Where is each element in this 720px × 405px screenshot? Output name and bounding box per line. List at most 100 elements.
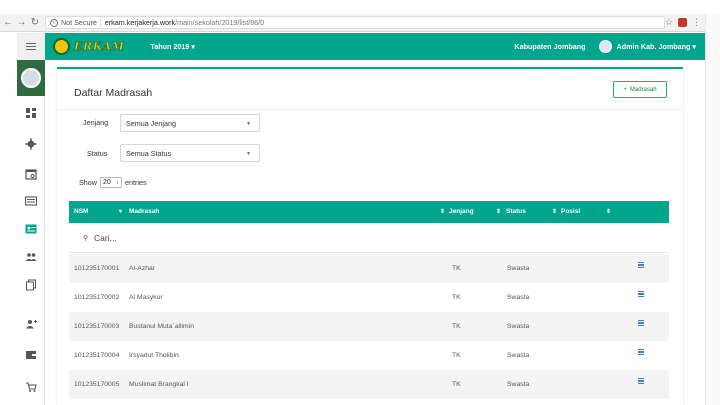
- address-bar[interactable]: i Not Secure | erkam.kerjakerja.work /ma…: [44, 16, 665, 29]
- add-user-icon[interactable]: [25, 318, 37, 330]
- cell-jenjang: TK: [452, 381, 461, 388]
- status-select[interactable]: Semua Status ▼: [120, 144, 260, 162]
- menu-icon[interactable]: [638, 291, 645, 298]
- column-header-nsm[interactable]: NSM: [74, 208, 88, 215]
- sort-icon[interactable]: ⇕: [496, 208, 501, 215]
- jenjang-select[interactable]: Semua Jenjang ▼: [120, 114, 260, 132]
- cell-status: Swasta: [507, 294, 530, 301]
- url-path: /main/sekolah/2019/list/86/0: [175, 18, 265, 27]
- table-row[interactable]: 101235170004 Irsyadut Tholibin TK Swasta: [69, 341, 669, 370]
- contact-card-icon[interactable]: [25, 223, 37, 235]
- url-host: erkam.kerjakerja.work: [104, 18, 176, 27]
- sidebar-avatar[interactable]: [17, 60, 45, 96]
- cell-madrasah: Muslimat Brangkal I: [129, 381, 189, 388]
- menu-icon[interactable]: [638, 262, 645, 269]
- cell-status: Swasta: [507, 381, 530, 388]
- search-icon: ⚲: [83, 235, 89, 242]
- user-menu[interactable]: Admin Kab. Jombang ▾: [617, 42, 696, 51]
- table-row[interactable]: 101235170001 Al-Azhar TK Swasta: [69, 254, 669, 283]
- sort-icon[interactable]: ⇕: [552, 208, 557, 215]
- cart-icon[interactable]: [25, 381, 37, 393]
- entries-label: entries: [124, 178, 147, 187]
- app-header: ERKAM Tahun 2019 ▾ Kabupaten Jombang Adm…: [45, 33, 705, 60]
- table-header: NSM ▾ Madrasah ⇕ Jenjang ⇕ Status ⇕ Posi…: [69, 201, 669, 223]
- panel-divider: [57, 109, 683, 110]
- cell-status: Swasta: [507, 352, 530, 359]
- cell-nsm: 101235170003: [74, 323, 120, 330]
- page-length-value: 20: [102, 179, 111, 186]
- year-dropdown[interactable]: Tahun 2019 ▾: [150, 42, 195, 51]
- dashboard-icon[interactable]: [25, 107, 37, 119]
- table-row[interactable]: 101235170002 Al Masykur TK Swasta: [69, 283, 669, 312]
- extension-icon[interactable]: [678, 18, 688, 27]
- info-icon[interactable]: i: [49, 18, 58, 27]
- user-avatar[interactable]: [598, 40, 612, 53]
- cell-nsm: 101235170002: [74, 294, 120, 301]
- back-icon[interactable]: ←: [3, 16, 13, 30]
- column-header-madrasah[interactable]: Madrasah: [129, 208, 159, 215]
- sidebar: [17, 33, 45, 405]
- column-header-jenjang[interactable]: Jenjang: [449, 208, 474, 215]
- page-length-select[interactable]: 20 ↕: [99, 177, 122, 188]
- header-right: Kabupaten Jombang Admin Kab. Jombang ▾: [514, 40, 705, 53]
- wallet-icon[interactable]: [25, 349, 37, 361]
- bookmark-star-icon[interactable]: ☆: [665, 17, 673, 28]
- show-label: Show: [79, 178, 97, 187]
- add-madrasah-label: Madrasah: [629, 86, 657, 93]
- cell-jenjang: TK: [452, 352, 461, 359]
- page-title: Daftar Madrasah: [74, 87, 153, 99]
- cell-status: Swasta: [507, 323, 530, 330]
- calendar-icon[interactable]: [25, 168, 37, 180]
- sort-icon[interactable]: ▾: [119, 208, 122, 215]
- menu-icon[interactable]: [638, 349, 645, 356]
- cell-madrasah: Irsyadut Tholibin: [129, 352, 179, 359]
- app-window: ← → ↻ i Not Secure | erkam.kerjakerja.wo…: [0, 0, 720, 405]
- column-header-status[interactable]: Status: [506, 208, 526, 215]
- id-card-icon[interactable]: [25, 195, 37, 207]
- cell-nsm: 101235170001: [74, 265, 120, 272]
- status-label: Status: [87, 149, 108, 158]
- region-label[interactable]: Kabupaten Jombang: [514, 42, 585, 51]
- copy-icon[interactable]: [25, 279, 37, 291]
- chevron-down-icon: ▼: [246, 151, 251, 157]
- reload-icon[interactable]: ↻: [30, 16, 40, 30]
- table-search-row: ⚲: [69, 223, 669, 253]
- table-row[interactable]: 101235170003 Bustanul Muta`allimin TK Sw…: [69, 312, 669, 341]
- cell-madrasah: Al-Azhar: [129, 265, 156, 272]
- status-selected: Semua Status: [126, 148, 172, 158]
- plus-icon: +: [623, 86, 627, 93]
- users-icon[interactable]: [25, 251, 37, 263]
- menu-icon[interactable]: [638, 320, 645, 327]
- cell-madrasah: Al Masykur: [129, 294, 163, 301]
- madrasah-panel: Daftar Madrasah + Madrasah Jenjang Semua…: [57, 67, 683, 405]
- browser-toolbar: ← → ↻ i Not Secure | erkam.kerjakerja.wo…: [0, 14, 705, 32]
- security-label: Not Secure: [60, 18, 97, 27]
- browser-menu-icon[interactable]: ⋮: [692, 17, 701, 28]
- cell-nsm: 101235170005: [74, 381, 120, 388]
- sort-icon[interactable]: ⇕: [440, 208, 445, 215]
- sort-icon[interactable]: ⇕: [606, 208, 611, 215]
- add-madrasah-button[interactable]: + Madrasah: [613, 81, 667, 98]
- stepper-icon: ↕: [116, 179, 119, 186]
- table-row[interactable]: 101235170005 Muslimat Brangkal I TK Swas…: [69, 370, 669, 399]
- forward-icon[interactable]: →: [16, 16, 26, 30]
- search-input[interactable]: [94, 230, 294, 246]
- page-scrollbar[interactable]: [705, 14, 720, 405]
- jenjang-label: Jenjang: [83, 118, 109, 127]
- cell-jenjang: TK: [452, 265, 461, 272]
- gear-icon[interactable]: [25, 138, 37, 150]
- logo-emblem-icon: [53, 38, 70, 55]
- page-length-control: Show 20 ↕ entries: [79, 177, 147, 188]
- menu-icon[interactable]: [638, 378, 645, 385]
- cell-nsm: 101235170004: [74, 352, 120, 359]
- column-header-posisi[interactable]: Posisi: [561, 208, 580, 215]
- cell-jenjang: TK: [452, 323, 461, 330]
- address-separator: |: [99, 18, 102, 27]
- browser-actions: ☆ ⋮: [665, 17, 705, 28]
- app-logo[interactable]: ERKAM: [53, 38, 124, 55]
- logo-text: ERKAM: [74, 40, 125, 53]
- jenjang-selected: Semua Jenjang: [126, 118, 176, 128]
- hamburger-icon[interactable]: [17, 33, 45, 60]
- cell-madrasah: Bustanul Muta`allimin: [129, 323, 194, 330]
- cell-status: Swasta: [507, 265, 530, 272]
